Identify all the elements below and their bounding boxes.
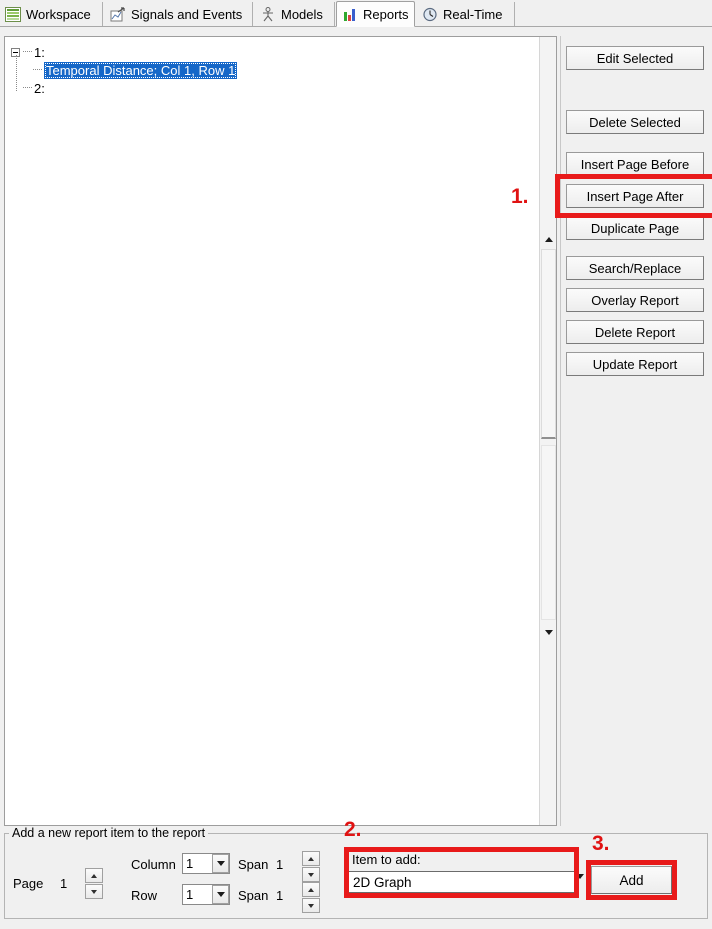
search-replace-button[interactable]: Search/Replace xyxy=(566,256,704,280)
tab-models[interactable]: Models xyxy=(255,2,335,26)
report-tree: 1: Temporal Distance; Col 1, Row 1 2: xyxy=(5,37,540,825)
tree-node-report-item-label: Temporal Distance; Col 1, Row 1 xyxy=(44,61,238,79)
row-select-value: 1 xyxy=(186,887,194,902)
item-to-add-label: Item to add: xyxy=(352,852,421,867)
insert-page-after-button[interactable]: Insert Page After xyxy=(566,184,704,208)
delete-report-button[interactable]: Delete Report xyxy=(566,320,704,344)
column-label: Column xyxy=(131,857,176,872)
tree-node-page-2[interactable]: 2: xyxy=(11,79,540,97)
tree-vertical-scrollbar[interactable] xyxy=(539,37,556,825)
page-label: Page xyxy=(13,876,44,891)
scroll-up-arrow-icon[interactable] xyxy=(541,232,556,247)
main-tab-bar: Workspace Signals and Events Models Repo… xyxy=(0,0,712,27)
page-stepper-up-icon[interactable] xyxy=(85,868,103,883)
workspace-stripes-icon xyxy=(5,6,21,22)
bar-chart-icon xyxy=(342,7,358,22)
tree-node-page-1-label: 1: xyxy=(34,44,45,60)
add-button[interactable]: Add xyxy=(591,866,672,894)
insert-page-before-button[interactable]: Insert Page Before xyxy=(566,152,704,176)
chevron-down-icon[interactable] xyxy=(212,885,229,904)
row-span-stepper-down-icon[interactable] xyxy=(302,898,320,913)
tree-node-page-2-label: 2: xyxy=(34,80,45,96)
row-select[interactable]: 1 xyxy=(182,884,230,905)
clock-gauge-icon xyxy=(422,7,438,22)
overlay-report-button[interactable]: Overlay Report xyxy=(566,288,704,312)
edit-selected-button[interactable]: Edit Selected xyxy=(566,46,704,70)
column-span-value: 1 xyxy=(276,857,284,872)
column-span-stepper-up-icon[interactable] xyxy=(302,851,320,866)
tab-reports[interactable]: Reports xyxy=(336,1,415,27)
page-stepper-down-icon[interactable] xyxy=(85,884,103,899)
scroll-down-arrow-icon[interactable] xyxy=(541,625,556,640)
row-span-stepper[interactable] xyxy=(302,882,320,914)
duplicate-page-button[interactable]: Duplicate Page xyxy=(566,216,704,240)
item-to-add-value: 2D Graph xyxy=(353,874,412,890)
column-span-stepper-down-icon[interactable] xyxy=(302,867,320,882)
row-span-label: Span xyxy=(238,888,269,903)
row-span-stepper-up-icon[interactable] xyxy=(302,882,320,897)
chevron-down-icon[interactable] xyxy=(212,854,229,873)
tab-workspace[interactable]: Workspace xyxy=(0,2,103,26)
annotation-label-step-1: 1. xyxy=(511,185,529,208)
tree-connector-line xyxy=(23,51,32,53)
scrollbar-thumb[interactable] xyxy=(541,249,556,439)
tree-node-page-1[interactable]: 1: xyxy=(11,43,540,61)
item-to-add-combobox[interactable]: 2D Graph xyxy=(348,871,577,893)
tab-real-time[interactable]: Real-Time xyxy=(417,2,515,26)
reports-window: Workspace Signals and Events Models Repo… xyxy=(0,0,712,929)
tab-models-label: Models xyxy=(281,6,323,22)
page-stepper[interactable] xyxy=(85,868,103,900)
stick-figure-icon xyxy=(260,6,276,22)
add-report-item-group-title: Add a new report item to the report xyxy=(9,826,209,840)
column-select[interactable]: 1 xyxy=(182,853,230,874)
tab-real-time-label: Real-Time xyxy=(443,6,503,22)
row-span-value: 1 xyxy=(276,888,284,903)
tab-workspace-label: Workspace xyxy=(26,6,91,22)
column-span-stepper[interactable] xyxy=(302,851,320,883)
annotation-label-step-3: 3. xyxy=(592,832,610,855)
report-actions-panel: Edit Selected Delete Selected Insert Pag… xyxy=(560,36,712,826)
tree-connector-line xyxy=(33,69,42,71)
signal-page-icon xyxy=(110,6,126,22)
tab-reports-label: Reports xyxy=(363,6,409,22)
tree-connector-line xyxy=(23,87,32,89)
tree-node-report-item[interactable]: Temporal Distance; Col 1, Row 1 xyxy=(33,61,540,79)
scrollbar-track-lower[interactable] xyxy=(541,445,556,620)
delete-selected-button[interactable]: Delete Selected xyxy=(566,110,704,134)
tab-signals-and-events-label: Signals and Events xyxy=(131,6,243,22)
page-value: 1 xyxy=(60,876,68,891)
chevron-down-icon[interactable] xyxy=(576,874,584,879)
column-span-label: Span xyxy=(238,857,269,872)
update-report-button[interactable]: Update Report xyxy=(566,352,704,376)
tab-signals-and-events[interactable]: Signals and Events xyxy=(105,2,253,26)
row-label: Row xyxy=(131,888,158,903)
report-tree-panel[interactable]: 1: Temporal Distance; Col 1, Row 1 2: xyxy=(4,36,557,826)
column-select-value: 1 xyxy=(186,856,194,871)
annotation-label-step-2: 2. xyxy=(344,818,362,841)
